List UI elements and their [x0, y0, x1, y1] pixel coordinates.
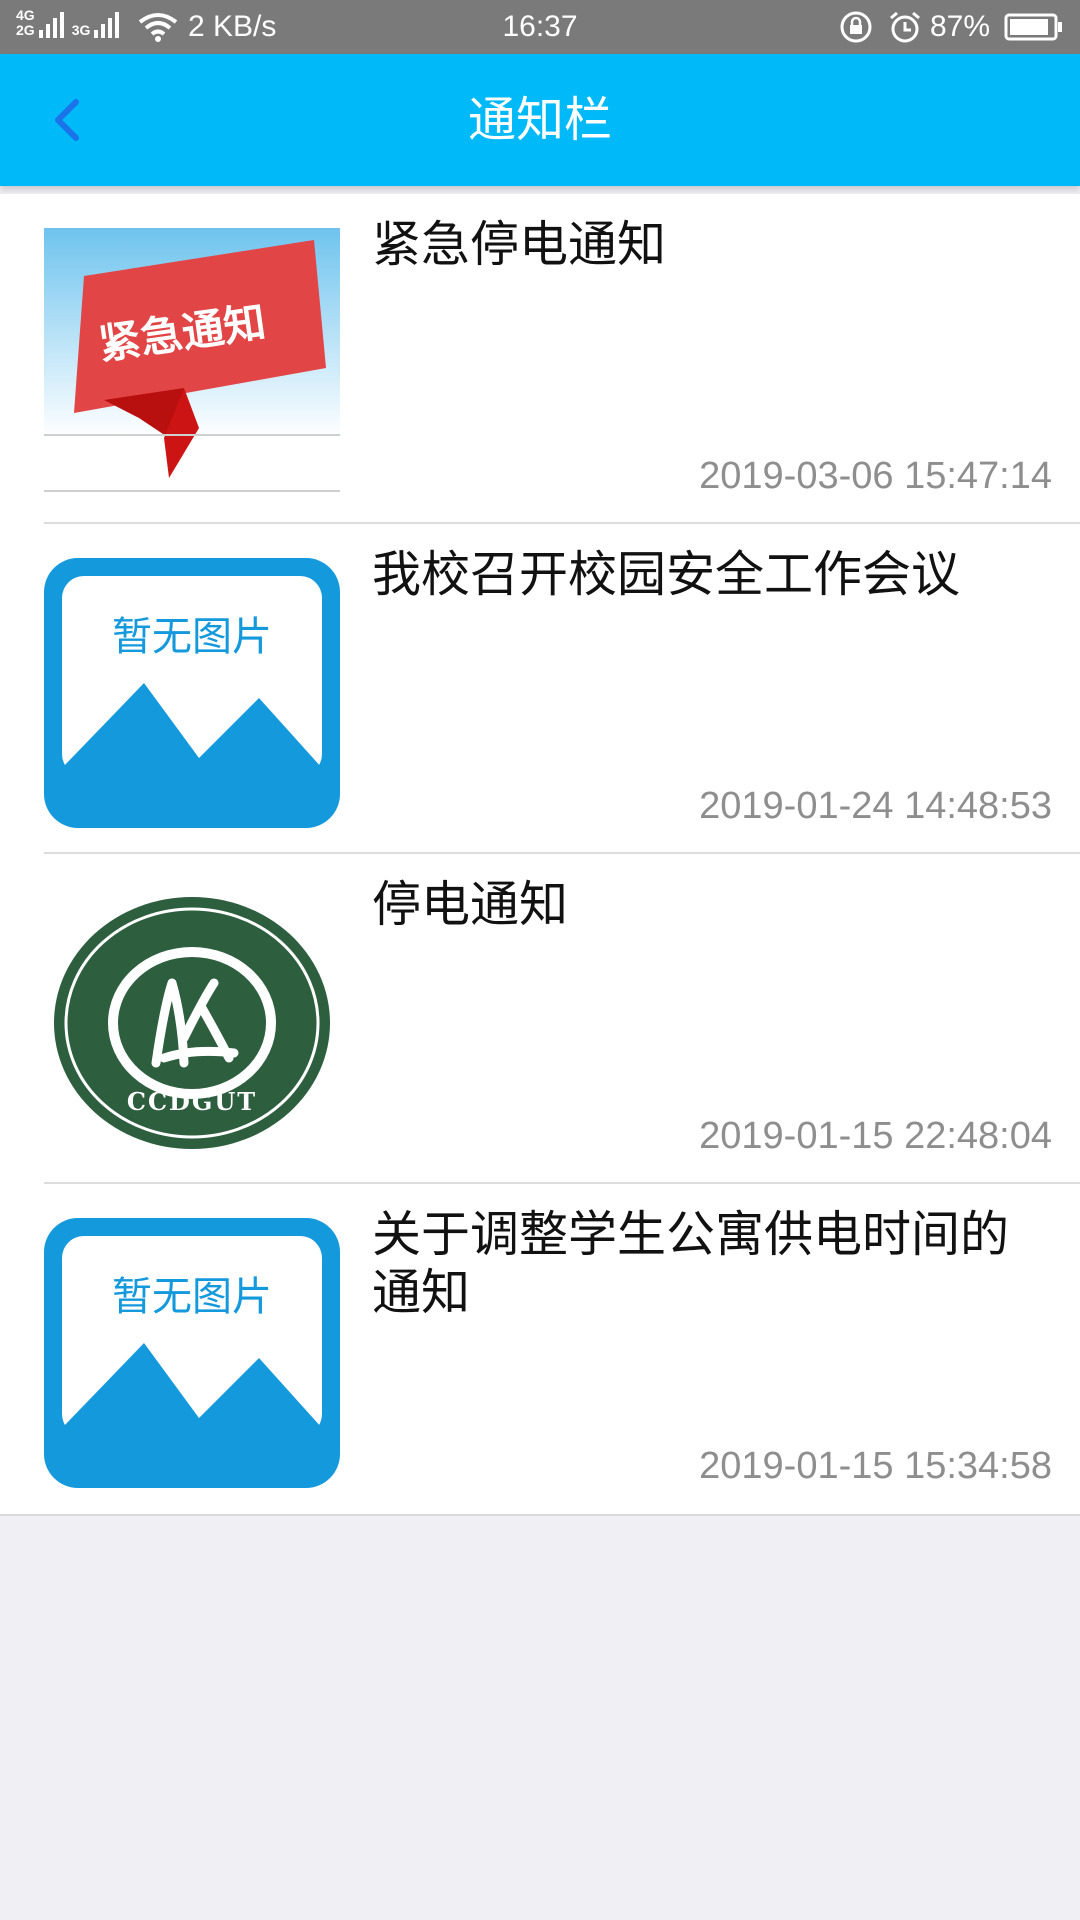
notice-time: 2019-03-06 15:47:14 [699, 455, 1052, 497]
placeholder-text: 暂无图片 [112, 1274, 272, 1320]
status-bar: 4G 2G 3G 2 KB/s 16:37 87% [0, 0, 1080, 54]
notice-title: 紧急停电通知 [372, 216, 667, 273]
notice-item[interactable]: 暂无图片 关于调整学生公寓供电时间的通知 2019-01-15 15:34:58 [0, 1184, 1080, 1514]
logo-text: CCDGUT [127, 1087, 257, 1116]
notice-list: 紧急通知 紧急停电通知 2019-03-06 15:47:14 暂无图片 我校召… [0, 194, 1080, 1516]
placeholder-text: 暂无图片 [112, 614, 272, 660]
notice-title: 关于调整学生公寓供电时间的通知 [372, 1206, 1010, 1321]
school-seal-logo-icon: CCDGUT [54, 897, 330, 1149]
no-image-placeholder-icon: 暂无图片 [44, 558, 340, 828]
notice-item[interactable]: 暂无图片 我校召开校园安全工作会议 2019-01-24 14:48:53 [0, 524, 1080, 854]
notice-item[interactable]: CCDGUT 停电通知 2019-01-15 22:48:04 [0, 854, 1080, 1184]
notice-time: 2019-01-15 15:34:58 [699, 1445, 1052, 1487]
no-image-placeholder-icon: 暂无图片 [44, 1218, 340, 1488]
page-title: 通知栏 [467, 92, 612, 148]
battery-percent: 87% [930, 10, 991, 43]
notice-time: 2019-01-24 14:48:53 [699, 785, 1052, 827]
notice-item[interactable]: 紧急通知 紧急停电通知 2019-03-06 15:47:14 [0, 194, 1080, 524]
notice-time: 2019-01-15 22:48:04 [699, 1115, 1052, 1157]
notice-title: 我校召开校园安全工作会议 [372, 546, 961, 603]
app-bar: 通知栏 [0, 54, 1080, 186]
alarm-icon [890, 11, 920, 43]
notice-title: 停电通知 [372, 876, 569, 933]
rotation-lock-icon [840, 11, 872, 43]
battery-icon [1004, 13, 1062, 41]
urgent-notice-thumbnail: 紧急通知 [44, 228, 340, 498]
